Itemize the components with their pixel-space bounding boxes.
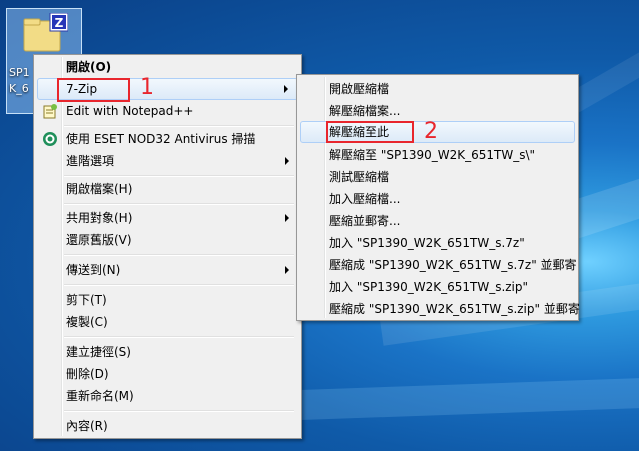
menu-item-label: 壓縮成 "SP1390_W2K_651TW_s.zip" 並郵寄 [329, 302, 580, 316]
menu-item-properties[interactable]: 內容(R) [37, 415, 298, 437]
submenu-item-open-archive[interactable]: 開啟壓縮檔 [300, 78, 575, 100]
menu-item-label: 加入壓縮檔... [329, 192, 401, 206]
menu-item-rename[interactable]: 重新命名(M) [37, 385, 298, 407]
eset-antivirus-icon [43, 132, 57, 146]
submenu-item-extract-to-folder[interactable]: 解壓縮至 "SP1390_W2K_651TW_s\" [300, 144, 575, 166]
annotation-number-step2: 2 [424, 119, 438, 144]
submenu-item-compress-email[interactable]: 壓縮並郵寄... [300, 210, 575, 232]
submenu-item-test-archive[interactable]: 測試壓縮檔 [300, 166, 575, 188]
annotation-box-step2 [326, 121, 414, 143]
menu-item-label: 複製(C) [66, 315, 108, 329]
menu-item-label: 加入 "SP1390_W2K_651TW_s.7z" [329, 236, 525, 250]
menu-separator [64, 203, 294, 205]
menu-item-send-to[interactable]: 傳送到(N) [37, 259, 298, 281]
submenu-item-add-to-zip[interactable]: 加入 "SP1390_W2K_651TW_s.zip" [300, 276, 575, 298]
menu-item-label: 傳送到(N) [66, 263, 121, 277]
menu-item-label: 開啟檔案(H) [66, 182, 133, 196]
menu-item-label: 使用 ESET NOD32 Antivirus 掃描 [66, 132, 256, 146]
menu-item-advanced-options[interactable]: 進階選項 [37, 150, 298, 172]
notepad-plus-plus-icon [43, 104, 57, 119]
menu-item-label: 內容(R) [66, 419, 108, 433]
annotation-box-step1 [57, 78, 130, 102]
menu-item-cut[interactable]: 剪下(T) [37, 289, 298, 311]
menu-item-copy[interactable]: 複製(C) [37, 311, 298, 333]
submenu-item-add-to-archive[interactable]: 加入壓縮檔... [300, 188, 575, 210]
menu-separator [64, 254, 294, 256]
menu-item-label: 解壓縮至 "SP1390_W2K_651TW_s\" [329, 148, 536, 162]
menu-item-label: 開啟(O) [66, 60, 112, 74]
submenu-arrow-icon [285, 157, 289, 165]
submenu-item-compress-zip-email[interactable]: 壓縮成 "SP1390_W2K_651TW_s.zip" 並郵寄 [300, 298, 580, 320]
submenu-item-add-to-7z[interactable]: 加入 "SP1390_W2K_651TW_s.7z" [300, 232, 575, 254]
menu-separator [64, 410, 294, 412]
menu-item-label: 解壓縮檔案... [329, 104, 401, 118]
menu-item-label: 共用對象(H) [66, 211, 133, 225]
menu-item-label: 加入 "SP1390_W2K_651TW_s.zip" [329, 280, 529, 294]
menu-item-label: 剪下(T) [66, 293, 107, 307]
menu-item-label: 壓縮成 "SP1390_W2K_651TW_s.7z" 並郵寄 [329, 258, 577, 272]
zip-file-icon: Z [23, 13, 68, 52]
menu-separator [64, 284, 294, 286]
menu-item-create-shortcut[interactable]: 建立捷徑(S) [37, 341, 298, 363]
menu-separator [64, 336, 294, 338]
menu-separator [64, 175, 294, 177]
menu-item-label: 開啟壓縮檔 [329, 82, 390, 96]
menu-item-label: 壓縮並郵寄... [329, 214, 401, 228]
submenu-arrow-icon [284, 85, 288, 93]
menu-item-open-file[interactable]: 開啟檔案(H) [37, 178, 298, 200]
menu-item-label: 刪除(D) [66, 367, 109, 381]
menu-item-open[interactable]: 開啟(O) [37, 56, 298, 78]
menu-item-label: 還原舊版(V) [66, 233, 132, 247]
menu-item-label: 建立捷徑(S) [66, 345, 131, 359]
menu-item-delete[interactable]: 刪除(D) [37, 363, 298, 385]
context-menu: 開啟(O) 7-Zip Edit with Notepad++ 使用 ESET … [33, 54, 302, 439]
menu-item-restore-versions[interactable]: 還原舊版(V) [37, 229, 298, 251]
submenu-item-compress-7z-email[interactable]: 壓縮成 "SP1390_W2K_651TW_s.7z" 並郵寄 [300, 254, 577, 276]
menu-item-label: 進階選項 [66, 154, 115, 168]
submenu-arrow-icon [285, 266, 289, 274]
submenu-arrow-icon [285, 214, 289, 222]
zip-badge-letter: Z [55, 16, 64, 30]
menu-item-share-with[interactable]: 共用對象(H) [37, 207, 298, 229]
annotation-number-step1: 1 [140, 75, 154, 100]
menu-item-label: 測試壓縮檔 [329, 170, 390, 184]
menu-separator [64, 125, 294, 127]
menu-item-eset-scan[interactable]: 使用 ESET NOD32 Antivirus 掃描 [37, 128, 298, 150]
menu-item-label: 重新命名(M) [66, 389, 134, 403]
wallpaper-light-beam [300, 375, 639, 420]
submenu-7zip: 開啟壓縮檔 解壓縮檔案... 解壓縮至此 解壓縮至 "SP1390_W2K_65… [296, 74, 580, 321]
menu-item-edit-notepadpp[interactable]: Edit with Notepad++ [37, 100, 298, 122]
menu-item-label: Edit with Notepad++ [66, 104, 194, 118]
